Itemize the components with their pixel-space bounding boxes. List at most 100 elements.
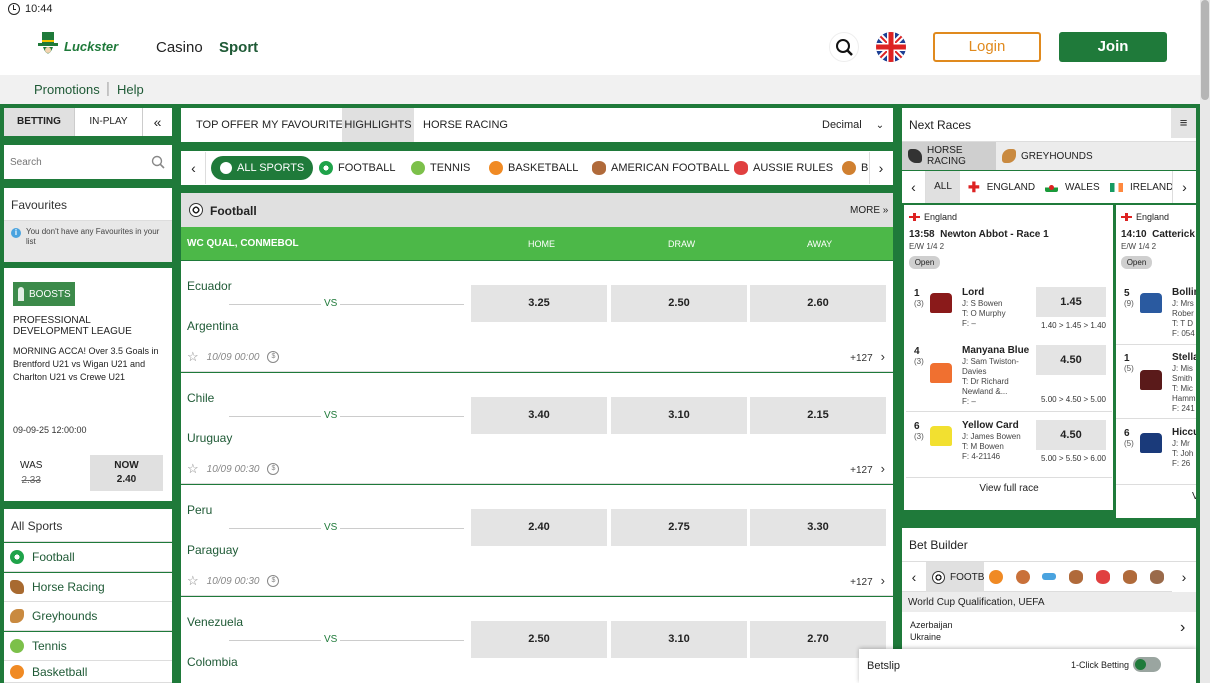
more-markets-link[interactable]: +127 › bbox=[850, 461, 885, 476]
sidebar-item-horse-racing[interactable]: Horse Racing bbox=[4, 573, 172, 602]
nav-casino[interactable]: Casino bbox=[156, 39, 203, 56]
star-icon[interactable]: ☆ bbox=[187, 349, 199, 365]
bb-match[interactable]: Azerbaijan Ukraine bbox=[910, 619, 953, 643]
sport-tab-aussie-rules[interactable]: AUSSIE RULES bbox=[734, 152, 833, 184]
search-box[interactable] bbox=[4, 145, 172, 179]
collapse-sidebar-button[interactable]: « bbox=[142, 108, 172, 136]
sport-tab-all-sports[interactable]: ALL SPORTS bbox=[211, 156, 314, 180]
race-title[interactable]: 13:58 Newton Abbot - Race 1 bbox=[909, 229, 1049, 240]
home-team[interactable]: Peru bbox=[187, 503, 212, 517]
scroll-right-button[interactable]: › bbox=[1172, 171, 1196, 203]
scroll-right-button[interactable]: › bbox=[869, 152, 892, 184]
sport-tab-label: B bbox=[861, 162, 869, 174]
runner-odds-button[interactable]: 1.45 bbox=[1036, 287, 1106, 317]
odds-draw-button[interactable]: 2.75 bbox=[611, 509, 747, 546]
nav-help[interactable]: Help bbox=[117, 82, 144, 97]
runner-odds-button[interactable]: 4.50 bbox=[1036, 420, 1106, 450]
sidebar-item-greyhounds[interactable]: Greyhounds bbox=[4, 602, 172, 631]
sport-tab-american-football[interactable]: AMERICAN FOOTBALL bbox=[592, 152, 730, 184]
sport-tab-tennis[interactable]: TENNIS bbox=[411, 152, 470, 184]
tab-horse-racing[interactable]: HORSE RACING bbox=[423, 108, 508, 142]
odds-draw-button[interactable]: 2.50 bbox=[611, 285, 747, 322]
brand-logo[interactable]: Luckster bbox=[36, 30, 118, 62]
sport-tab-label: AMERICAN FOOTBALL bbox=[611, 162, 730, 174]
sport-tab-football[interactable]: FOOTBALL bbox=[319, 152, 395, 184]
tab-betting[interactable]: BETTING bbox=[4, 108, 74, 136]
page-scrollbar[interactable] bbox=[1200, 0, 1210, 683]
filter-ireland[interactable]: IRELAND bbox=[1110, 171, 1173, 203]
race-title[interactable]: 14:10 Catterick - R bbox=[1121, 229, 1196, 240]
all-sports-icon bbox=[220, 162, 232, 174]
scrollbar-thumb[interactable] bbox=[1201, 0, 1209, 100]
filter-all[interactable]: ALL bbox=[926, 171, 960, 203]
scroll-right-button[interactable]: › bbox=[1172, 562, 1196, 592]
filter-england[interactable]: ✚ ENGLAND bbox=[968, 171, 1035, 203]
runner-number: 4 (3) bbox=[914, 346, 924, 367]
betslip-bar[interactable]: Betslip 1-Click Betting bbox=[859, 649, 1196, 683]
scroll-left-button[interactable]: ‹ bbox=[902, 562, 926, 592]
search-button[interactable] bbox=[829, 32, 859, 62]
view-full-race-link[interactable]: V bbox=[1192, 491, 1196, 502]
sport-tab-b[interactable]: B bbox=[842, 152, 868, 184]
tab-top-offer[interactable]: TOP OFFER bbox=[196, 108, 259, 142]
race-country: England bbox=[1121, 212, 1169, 222]
odds-draw-button[interactable]: 3.10 bbox=[611, 621, 747, 658]
aussie-rules-icon[interactable] bbox=[1150, 570, 1164, 584]
away-team[interactable]: Paraguay bbox=[187, 543, 238, 557]
boost-card[interactable]: BOOSTS PROFESSIONAL DEVELOPMENT LEAGUE M… bbox=[4, 268, 172, 501]
tab-highlights[interactable]: HIGHLIGHTS bbox=[342, 108, 414, 142]
odds-away-button[interactable]: 2.60 bbox=[750, 285, 886, 322]
tab-my-favourites[interactable]: MY FAVOURITES bbox=[262, 108, 350, 142]
odds-away-button[interactable]: 2.15 bbox=[750, 397, 886, 434]
chevron-right-icon[interactable]: › bbox=[1180, 619, 1185, 637]
login-button[interactable]: Login bbox=[933, 32, 1041, 62]
star-icon[interactable]: ☆ bbox=[187, 573, 199, 589]
boost-now-button[interactable]: NOW 2.40 bbox=[90, 455, 163, 491]
basketball-icon[interactable] bbox=[989, 570, 1003, 584]
home-team[interactable]: Chile bbox=[187, 391, 214, 405]
odds-draw-button[interactable]: 3.10 bbox=[611, 397, 747, 434]
sport-tab-basketball[interactable]: BASKETBALL bbox=[489, 152, 578, 184]
nav-promotions[interactable]: Promotions bbox=[34, 82, 100, 97]
rugby-league-icon[interactable] bbox=[1123, 570, 1137, 584]
odds-format-select[interactable]: Decimal ⌄ bbox=[822, 108, 884, 142]
more-link[interactable]: MORE » bbox=[850, 205, 888, 216]
away-team[interactable]: Colombia bbox=[187, 655, 238, 669]
sidebar-item-football[interactable]: Football bbox=[4, 543, 172, 572]
sidebar-item-basketball[interactable]: Basketball bbox=[4, 661, 172, 683]
join-button[interactable]: Join bbox=[1059, 32, 1167, 62]
baseball-icon[interactable] bbox=[1016, 570, 1030, 584]
filter-wales[interactable]: WALES bbox=[1045, 171, 1100, 203]
home-team[interactable]: Ecuador bbox=[187, 279, 232, 293]
search-icon[interactable] bbox=[151, 155, 165, 169]
star-icon[interactable]: ☆ bbox=[187, 461, 199, 477]
odds-home-button[interactable]: 3.25 bbox=[471, 285, 607, 322]
american-football-icon[interactable] bbox=[1069, 570, 1083, 584]
more-markets-link[interactable]: +127 › bbox=[850, 573, 885, 588]
away-team[interactable]: Argentina bbox=[187, 319, 238, 333]
away-team[interactable]: Uruguay bbox=[187, 431, 232, 445]
nav-sport[interactable]: Sport bbox=[219, 39, 258, 56]
odds-away-button[interactable]: 3.30 bbox=[750, 509, 886, 546]
tab-in-play[interactable]: IN-PLAY bbox=[74, 108, 142, 136]
runner-odds-button[interactable]: 4.50 bbox=[1036, 345, 1106, 375]
more-markets-link[interactable]: +127 › bbox=[850, 349, 885, 364]
home-team[interactable]: Venezuela bbox=[187, 615, 243, 629]
scroll-left-button[interactable]: ‹ bbox=[182, 152, 206, 184]
tab-horse-racing-races[interactable]: HORSE RACING bbox=[902, 142, 996, 170]
odds-home-button[interactable]: 2.50 bbox=[471, 621, 607, 658]
scroll-left-button[interactable]: ‹ bbox=[902, 171, 926, 203]
status-time: 10:44 bbox=[25, 3, 53, 15]
sort-icon[interactable]: ≡ bbox=[1171, 108, 1196, 138]
odds-home-button[interactable]: 2.40 bbox=[471, 509, 607, 546]
sidebar-item-tennis[interactable]: Tennis bbox=[4, 632, 172, 661]
bb-tab-football[interactable]: FOOTB bbox=[926, 562, 984, 592]
ice-hockey-icon[interactable] bbox=[1042, 573, 1056, 580]
tab-greyhounds-races[interactable]: GREYHOUNDS bbox=[1002, 142, 1093, 170]
rugby-icon[interactable] bbox=[1096, 570, 1110, 584]
one-click-toggle[interactable] bbox=[1133, 657, 1161, 672]
search-input[interactable] bbox=[4, 145, 144, 179]
uk-flag-icon[interactable] bbox=[876, 32, 906, 62]
odds-home-button[interactable]: 3.40 bbox=[471, 397, 607, 434]
view-full-race-link[interactable]: View full race bbox=[906, 483, 1112, 494]
